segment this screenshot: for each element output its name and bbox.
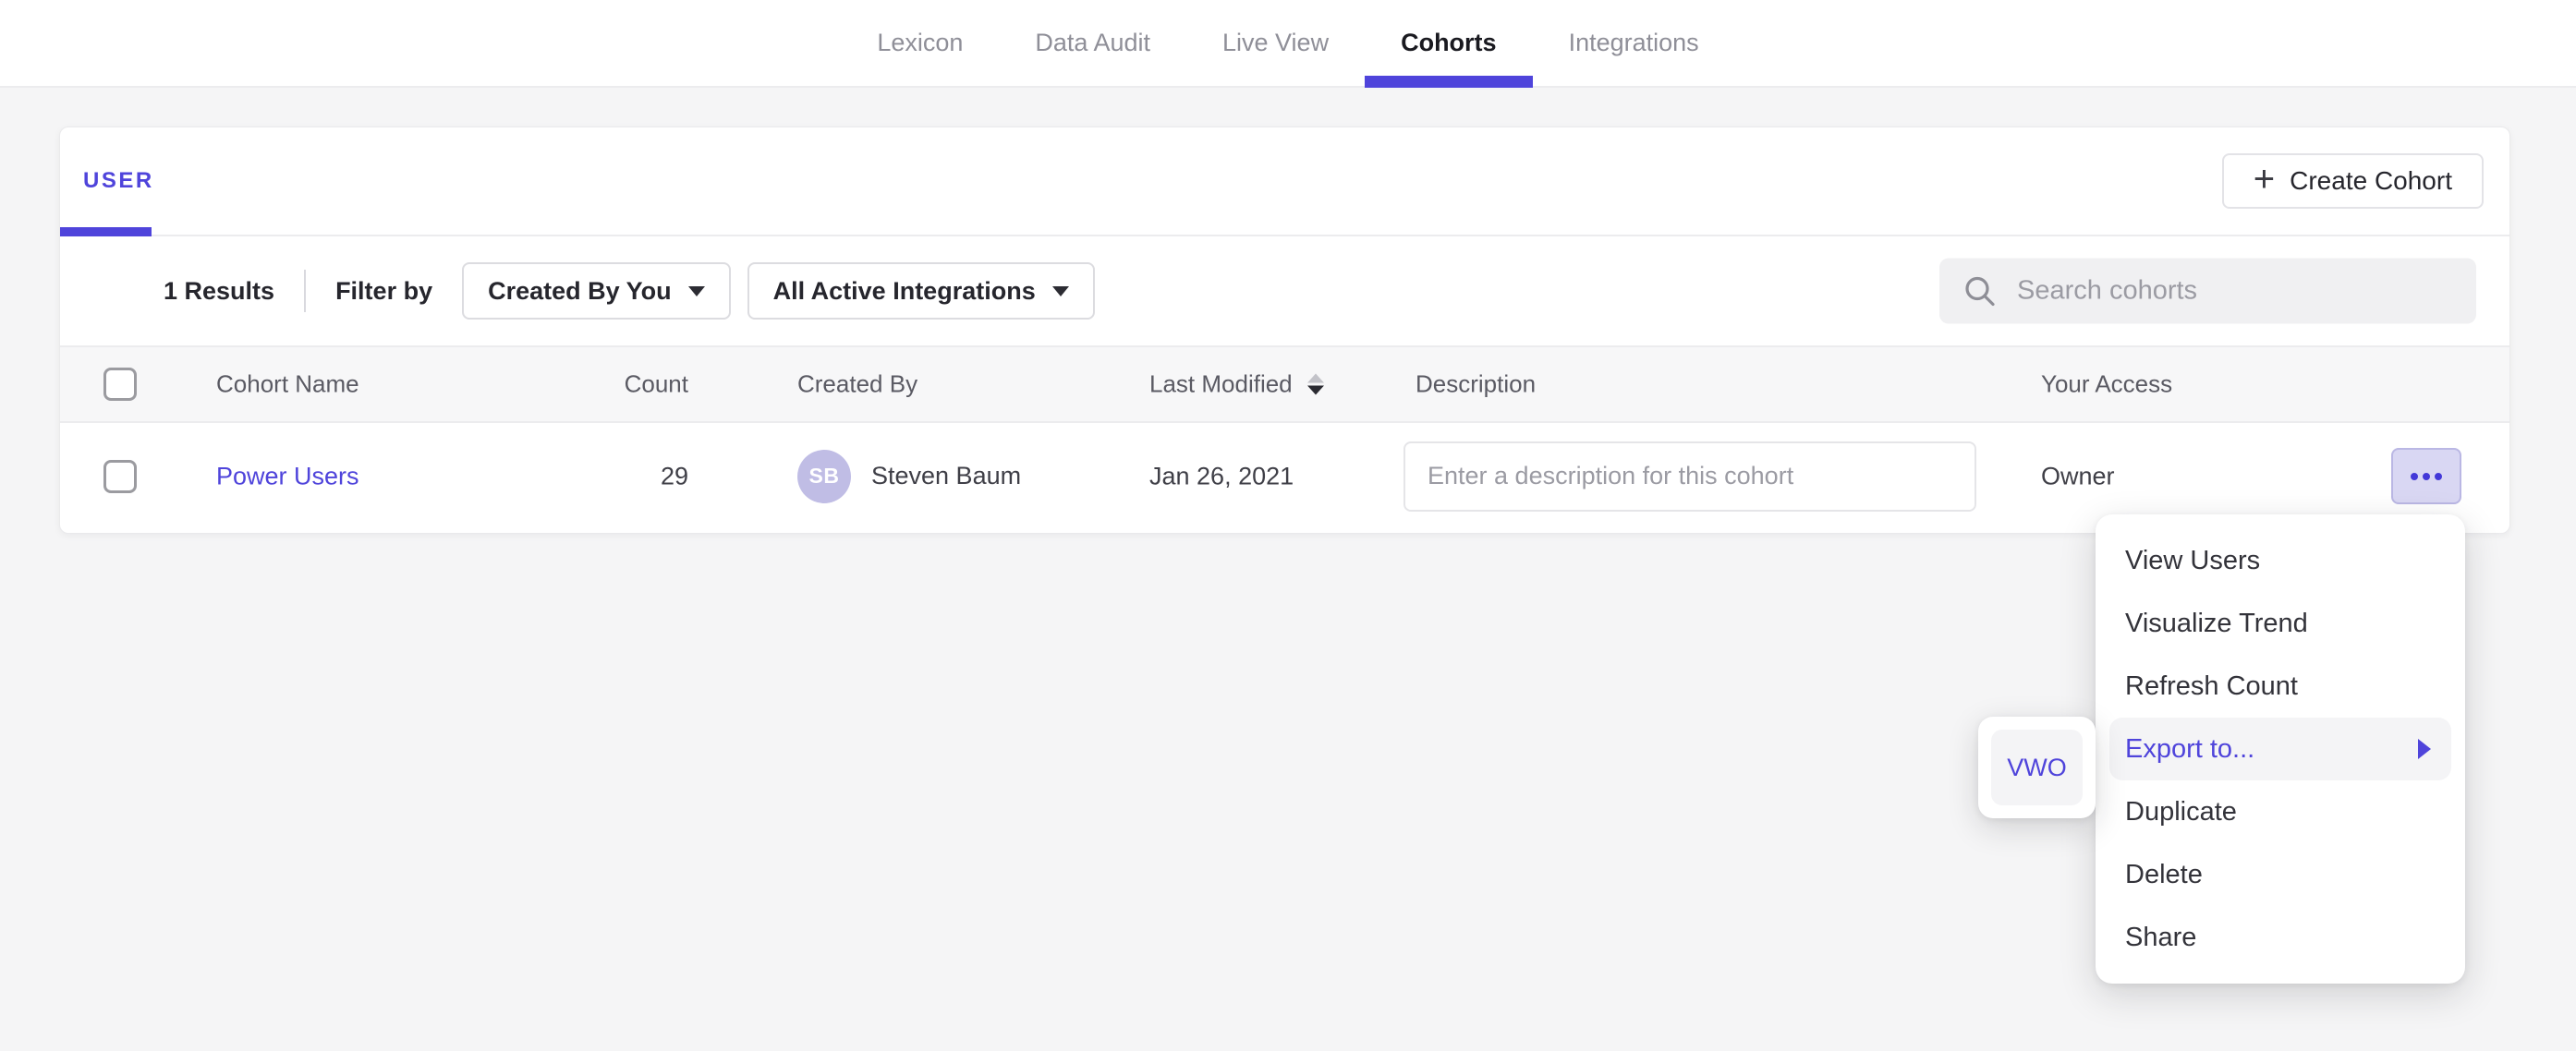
description-cell — [1403, 441, 1976, 512]
menu-item-delete[interactable]: Delete — [2096, 843, 2465, 906]
row-actions-button[interactable] — [2391, 448, 2461, 504]
table-header-row: Cohort Name Count Created By Last Modifi… — [60, 345, 2509, 423]
menu-item-visualize-trend[interactable]: Visualize Trend — [2096, 592, 2465, 655]
menu-item-export-to-label: Export to... — [2125, 734, 2254, 765]
panel-header: USER + Create Cohort — [60, 127, 2509, 236]
cohorts-panel: USER + Create Cohort 1 Results Filter by… — [59, 127, 2510, 534]
description-input[interactable] — [1403, 441, 1976, 512]
header-your-access: Your Access — [2041, 370, 2172, 399]
active-tab-underline — [1365, 76, 1533, 88]
toolbar-divider — [304, 270, 306, 312]
create-cohort-label: Create Cohort — [2290, 166, 2452, 196]
nav-tab-data-audit[interactable]: Data Audit — [1035, 0, 1150, 86]
cohort-count: 29 — [504, 462, 688, 490]
header-description: Description — [1416, 370, 1536, 399]
sort-icon — [1307, 374, 1324, 395]
avatar: SB — [797, 450, 851, 503]
nav-tab-lexicon[interactable]: Lexicon — [877, 0, 963, 86]
menu-item-view-users[interactable]: View Users — [2096, 529, 2465, 592]
row-checkbox[interactable] — [103, 460, 137, 493]
submenu-arrow-icon — [2418, 739, 2431, 759]
cohort-name-link[interactable]: Power Users — [216, 462, 359, 490]
menu-item-export-to[interactable]: Export to... — [2109, 718, 2451, 780]
search-cohorts-input[interactable] — [2017, 276, 2476, 307]
filter-toolbar: 1 Results Filter by Created By You All A… — [60, 236, 2509, 345]
create-cohort-button[interactable]: + Create Cohort — [2222, 153, 2484, 209]
search-cohorts-box — [1939, 259, 2476, 324]
header-cohort-name: Cohort Name — [216, 370, 359, 399]
caret-down-icon — [1052, 286, 1069, 296]
select-all-checkbox[interactable] — [103, 368, 137, 401]
created-by-cell: SB Steven Baum — [797, 450, 1021, 503]
table-row: Power Users 29 SB Steven Baum Jan 26, 20… — [60, 423, 2509, 529]
plus-icon: + — [2254, 161, 2275, 198]
nav-tab-live-view[interactable]: Live View — [1222, 0, 1329, 86]
tab-user[interactable]: USER — [60, 127, 191, 235]
submenu-item-vwo[interactable]: VWO — [1991, 730, 2083, 805]
created-by-dropdown-value: Created By You — [488, 277, 672, 306]
header-count: Count — [504, 370, 688, 399]
header-created-by: Created By — [797, 370, 917, 399]
caret-down-icon — [688, 286, 705, 296]
access-value: Owner — [2041, 462, 2115, 490]
integrations-dropdown[interactable]: All Active Integrations — [747, 262, 1095, 320]
last-modified-cell: Jan 26, 2021 — [1149, 462, 1294, 490]
menu-item-share[interactable]: Share — [2096, 906, 2465, 969]
export-submenu: VWO — [1978, 717, 2096, 818]
menu-item-duplicate[interactable]: Duplicate — [2096, 780, 2465, 843]
results-count: 1 Results — [164, 277, 274, 306]
row-actions-menu: View Users Visualize Trend Refresh Count… — [2096, 514, 2465, 984]
filter-by-label: Filter by — [335, 277, 432, 306]
nav-tab-cohorts[interactable]: Cohorts — [1401, 0, 1497, 86]
top-navigation: Lexicon Data Audit Live View Cohorts Int… — [0, 0, 2576, 88]
nav-tab-integrations[interactable]: Integrations — [1569, 0, 1699, 86]
created-by-dropdown[interactable]: Created By You — [462, 262, 731, 320]
creator-name: Steven Baum — [871, 462, 1021, 490]
search-icon — [1962, 272, 1999, 309]
nav-tab-cohorts-label: Cohorts — [1401, 29, 1497, 57]
header-last-modified-label: Last Modified — [1149, 370, 1293, 399]
user-tab-underline — [60, 227, 152, 236]
integrations-dropdown-value: All Active Integrations — [773, 277, 1036, 306]
menu-item-refresh-count[interactable]: Refresh Count — [2096, 655, 2465, 718]
header-last-modified[interactable]: Last Modified — [1149, 370, 1324, 399]
tab-user-label: USER — [83, 168, 154, 194]
ellipsis-icon — [2411, 473, 2418, 480]
